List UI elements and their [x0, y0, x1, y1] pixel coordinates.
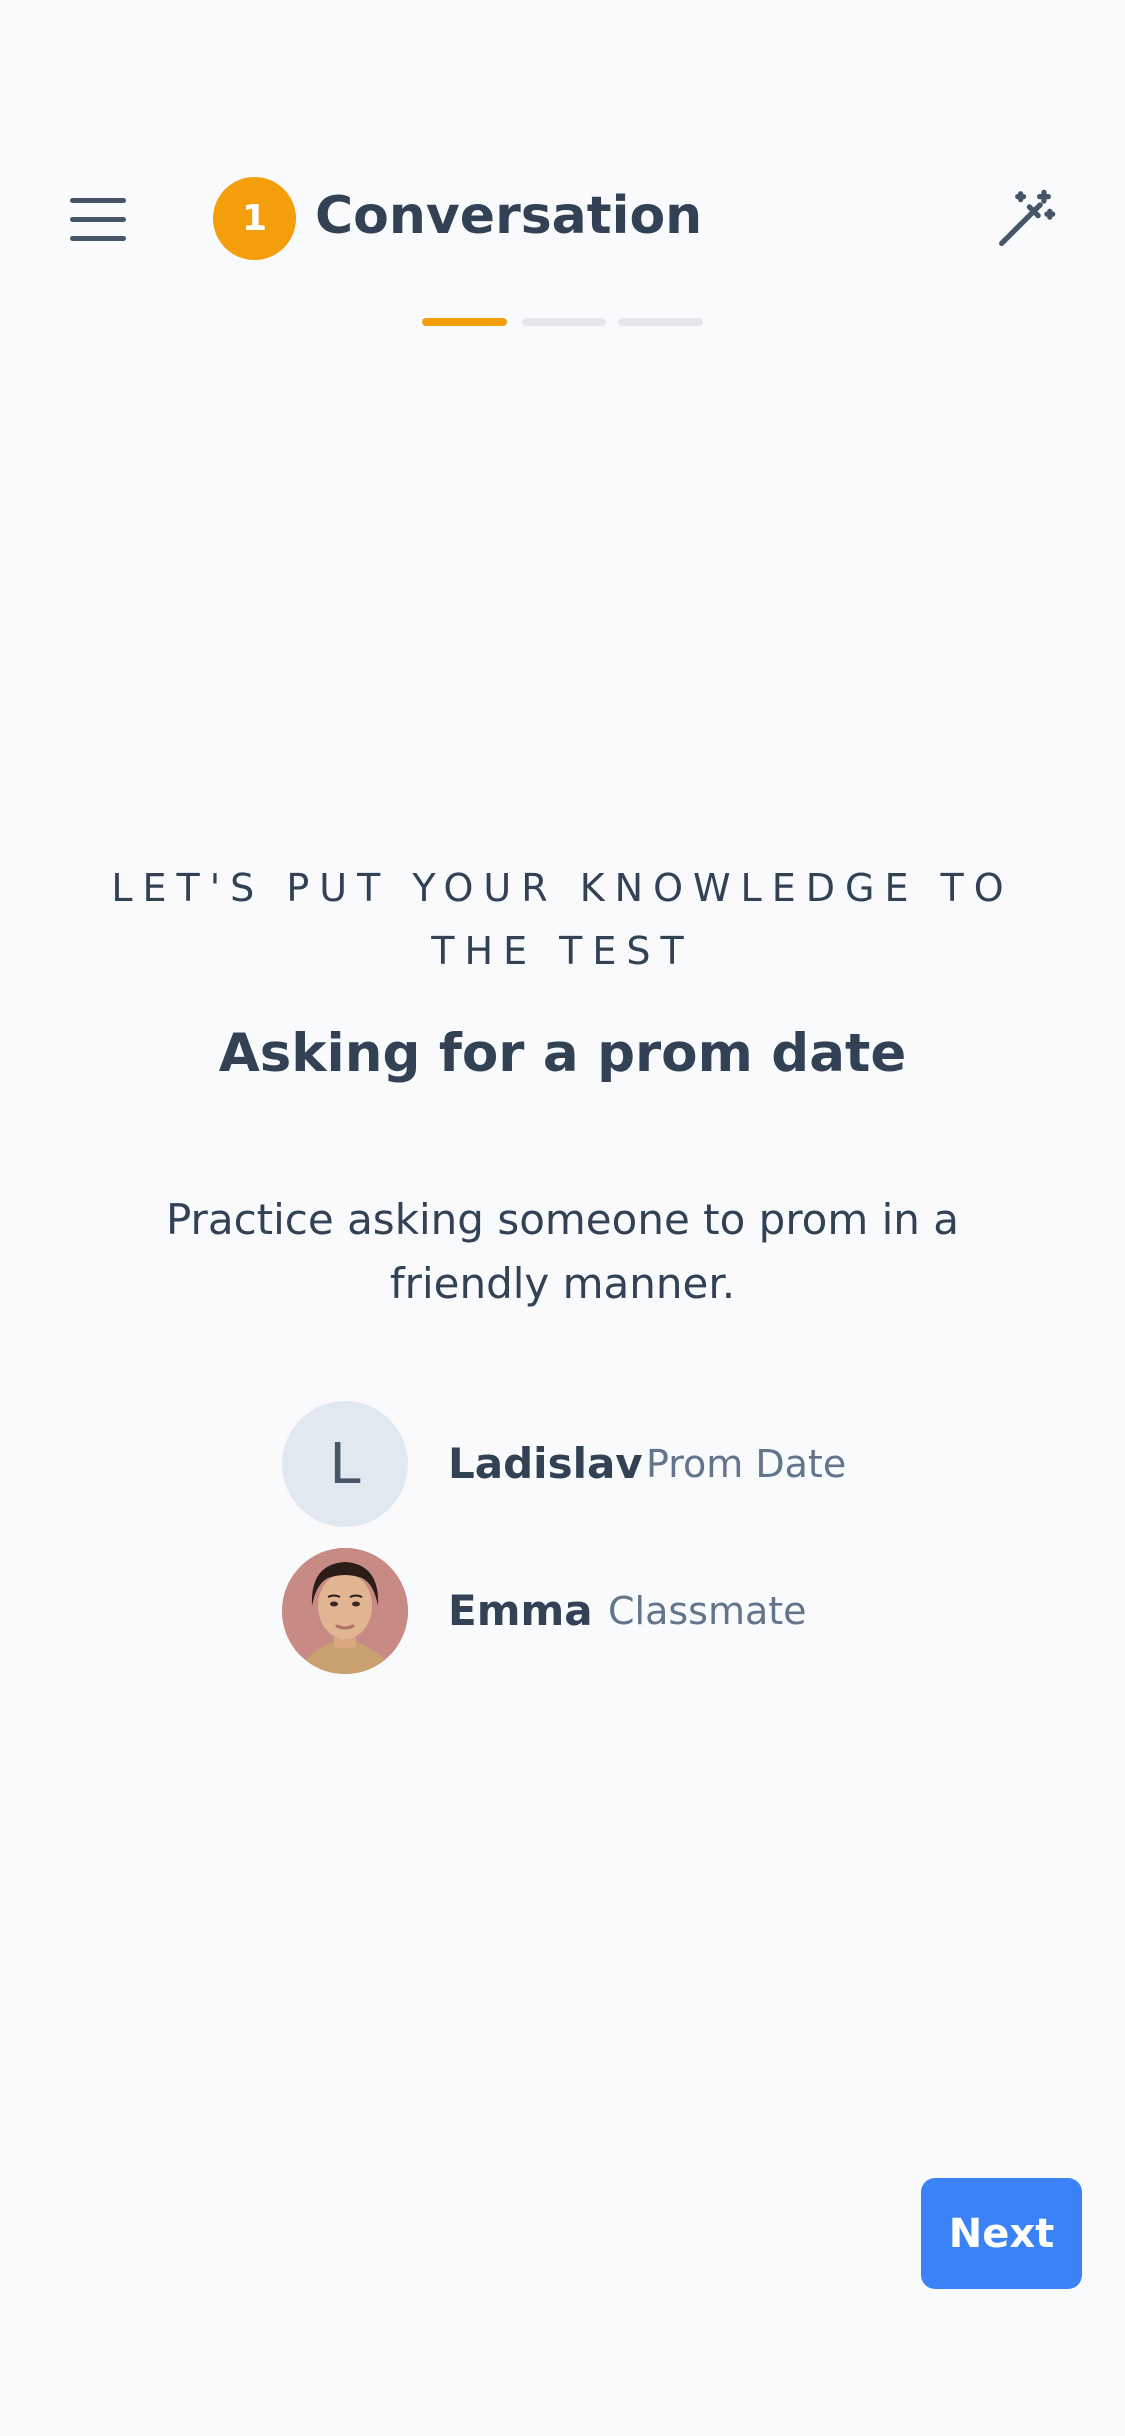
avatar: L: [282, 1401, 408, 1527]
magic-wand-button[interactable]: [990, 185, 1060, 255]
participant-name: Ladislav: [448, 1439, 643, 1488]
participant-emma: Emma Classmate: [282, 1548, 982, 1674]
progress-step-2: [522, 318, 606, 326]
next-button[interactable]: Next: [921, 2178, 1082, 2289]
menu-button[interactable]: [62, 190, 138, 248]
participant-ladislav: L Ladislav Prom Date: [282, 1401, 982, 1527]
scenario-description: Practice asking someone to prom in a fri…: [165, 1195, 960, 1308]
scenario-title: Asking for a prom date: [218, 1023, 907, 1084]
participant-role: Prom Date: [646, 1442, 847, 1486]
page-title: Conversation: [315, 186, 703, 246]
step-number-badge: 1: [213, 177, 296, 260]
progress-step-1: [422, 318, 507, 326]
participant-name: Emma: [448, 1586, 593, 1635]
top-bar: 1 Conversation: [0, 0, 1125, 340]
participant-role: Classmate: [608, 1589, 807, 1633]
progress-step-3: [618, 318, 703, 326]
magic-wand-sparkles-icon: [999, 189, 1056, 246]
avatar-photo: [282, 1548, 408, 1674]
intro-eyebrow: LET'S PUT YOUR KNOWLEDGE TO THE TEST: [111, 866, 1014, 973]
